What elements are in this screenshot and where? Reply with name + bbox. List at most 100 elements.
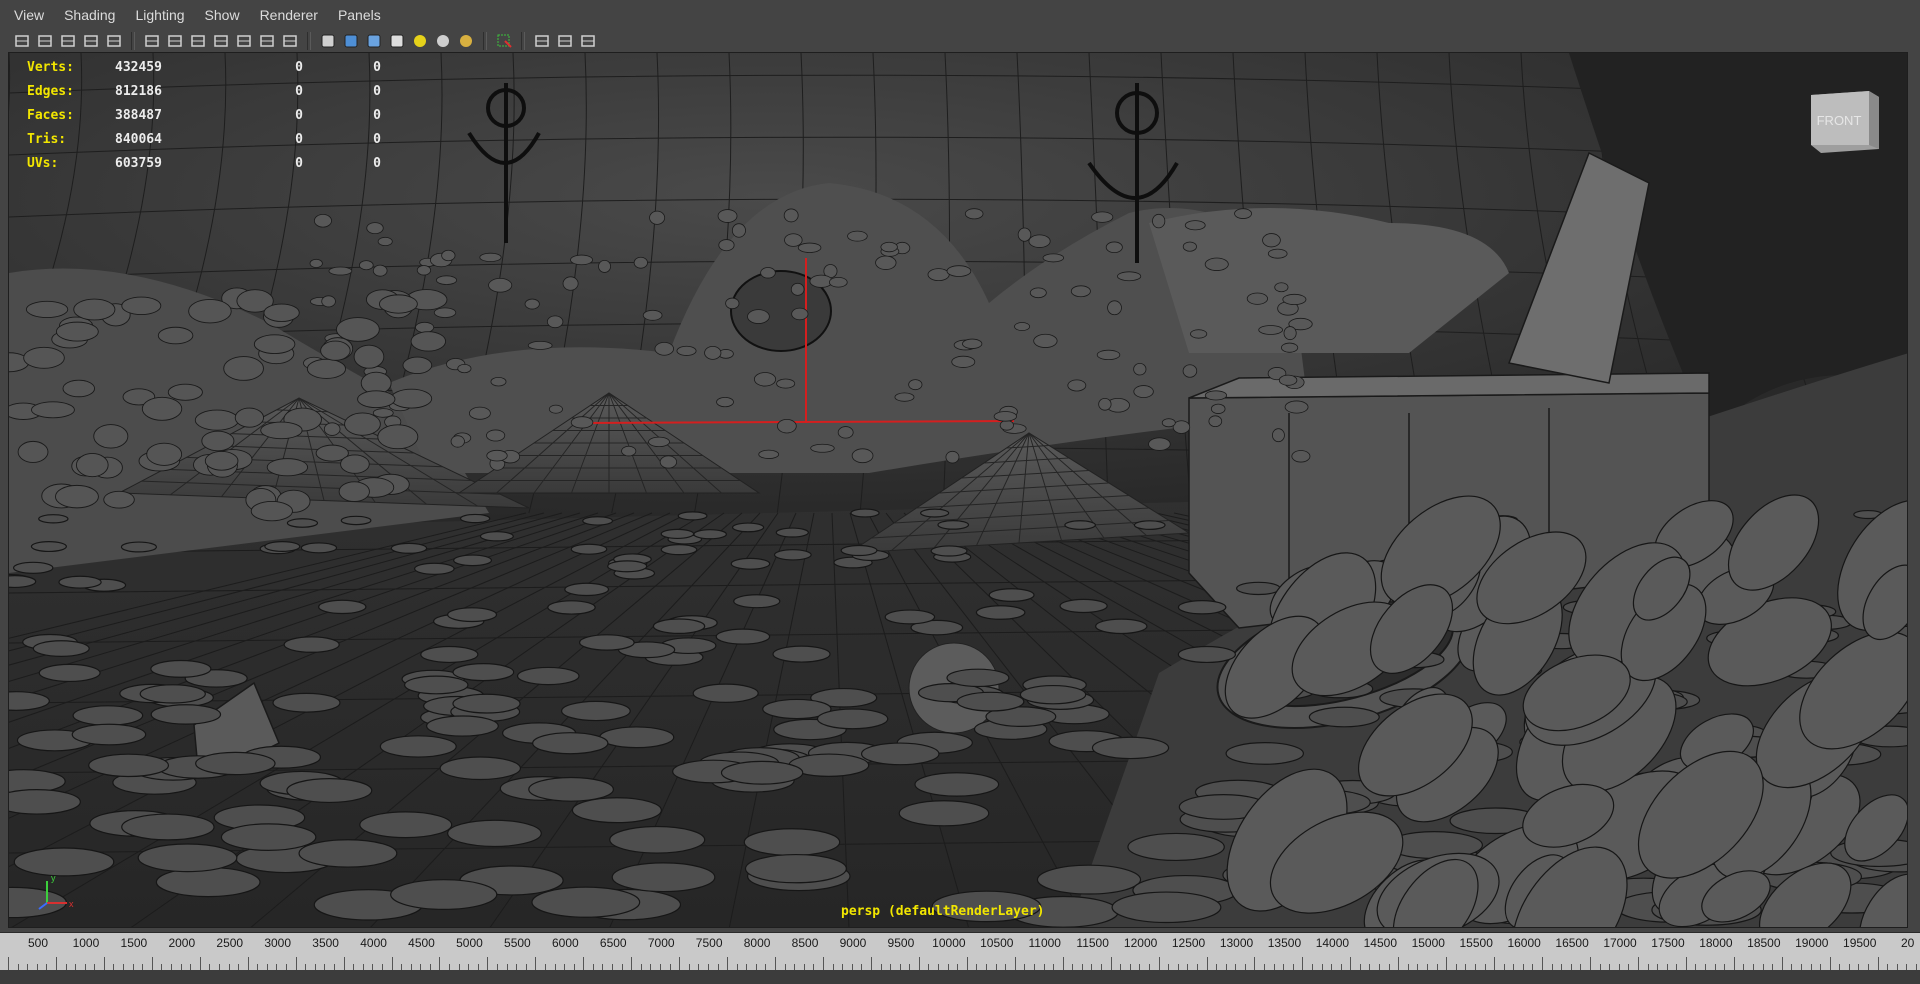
hud-label: Edges: bbox=[27, 83, 74, 99]
hud-label: UVs: bbox=[27, 155, 59, 171]
hud-selected-count: 0 bbox=[295, 59, 303, 75]
coin bbox=[649, 210, 666, 225]
timeline-tick bbox=[1302, 957, 1304, 971]
ambient-occlusion-icon[interactable] bbox=[456, 31, 476, 51]
timeline-tick bbox=[918, 957, 920, 971]
coin bbox=[479, 252, 502, 262]
coin bbox=[71, 723, 147, 746]
coin bbox=[791, 307, 809, 321]
coin bbox=[359, 260, 374, 271]
time-slider[interactable]: 500 1000 1500 2000 2500 3000 3500 4000 4500 5000 5… bbox=[0, 932, 1920, 971]
two-d-pan-zoom-icon[interactable] bbox=[104, 31, 124, 51]
timeline-label: 9500 bbox=[887, 936, 915, 950]
timeline-tick bbox=[966, 957, 968, 971]
isolate-select-icon[interactable] bbox=[532, 31, 552, 51]
timeline-label: 11500 bbox=[1076, 936, 1109, 950]
coin bbox=[264, 541, 301, 552]
coin bbox=[328, 266, 353, 276]
select-camera-icon[interactable] bbox=[494, 31, 514, 51]
menu-show[interactable]: Show bbox=[195, 7, 250, 23]
use-all-lights-icon[interactable] bbox=[410, 31, 430, 51]
timeline-label: 14500 bbox=[1363, 936, 1397, 950]
coin bbox=[1274, 282, 1289, 293]
coin bbox=[195, 751, 276, 776]
menu-renderer[interactable]: Renderer bbox=[250, 7, 328, 23]
coin bbox=[1182, 364, 1198, 378]
coin bbox=[731, 522, 765, 533]
field-chart-icon[interactable] bbox=[234, 31, 254, 51]
coin bbox=[570, 254, 594, 266]
camera-attributes-icon[interactable] bbox=[35, 31, 55, 51]
grid-icon[interactable] bbox=[142, 31, 162, 51]
coin bbox=[546, 315, 564, 329]
xray-icon[interactable] bbox=[555, 31, 575, 51]
coin bbox=[447, 607, 498, 623]
menu-lighting[interactable]: Lighting bbox=[125, 7, 194, 23]
timeline-tick bbox=[1829, 957, 1831, 971]
safe-action-icon[interactable] bbox=[257, 31, 277, 51]
coin bbox=[660, 544, 698, 556]
coin bbox=[790, 282, 805, 296]
viewport-menu-bar: View Shading Lighting Show Renderer Panels bbox=[0, 0, 1920, 31]
coin bbox=[716, 396, 734, 408]
timeline-tick bbox=[535, 957, 537, 971]
timeline-tick bbox=[1350, 957, 1352, 971]
coin bbox=[62, 379, 96, 398]
coin bbox=[340, 515, 372, 526]
view-cube[interactable]: FRONT bbox=[1805, 87, 1885, 155]
timeline-label: 19500 bbox=[1843, 936, 1877, 950]
coin bbox=[146, 442, 183, 466]
film-gate-icon[interactable] bbox=[165, 31, 185, 51]
coin bbox=[570, 416, 594, 429]
coin bbox=[167, 383, 203, 401]
coin bbox=[1236, 581, 1281, 596]
wireframe-icon[interactable] bbox=[318, 31, 338, 51]
bookmark-icon[interactable] bbox=[58, 31, 78, 51]
camera-select-icon[interactable] bbox=[12, 31, 32, 51]
wireframe-on-shaded-icon[interactable] bbox=[364, 31, 384, 51]
coin bbox=[659, 455, 678, 469]
coin bbox=[201, 430, 235, 452]
timeline-label: 1500 bbox=[120, 936, 148, 950]
image-plane-icon[interactable] bbox=[81, 31, 101, 51]
hud-value: 432459 bbox=[115, 59, 162, 75]
coin bbox=[410, 331, 447, 352]
coin bbox=[880, 241, 898, 253]
smooth-shade-icon[interactable] bbox=[341, 31, 361, 51]
timeline-tick bbox=[391, 957, 393, 971]
toolbar-separator bbox=[521, 32, 525, 50]
toolbar-separator bbox=[307, 32, 311, 50]
coin bbox=[479, 531, 514, 542]
coin bbox=[441, 249, 456, 262]
safe-title-icon[interactable] bbox=[280, 31, 300, 51]
menu-panels[interactable]: Panels bbox=[328, 7, 391, 23]
coin bbox=[150, 704, 222, 725]
coin bbox=[1210, 403, 1226, 414]
coin bbox=[1019, 684, 1087, 705]
coin bbox=[32, 640, 90, 657]
coin bbox=[416, 265, 432, 276]
coin bbox=[1283, 326, 1297, 341]
timeline-label: 6000 bbox=[551, 936, 579, 950]
coin bbox=[607, 560, 648, 573]
timeline-label: 500 bbox=[27, 936, 49, 950]
coin bbox=[837, 426, 854, 439]
coin bbox=[17, 440, 49, 463]
xray-joints-icon[interactable] bbox=[578, 31, 598, 51]
coin bbox=[1267, 248, 1288, 259]
gate-mask-icon[interactable] bbox=[211, 31, 231, 51]
coin bbox=[223, 356, 264, 381]
coin bbox=[1064, 520, 1097, 530]
perspective-viewport[interactable]: Verts: 432459 0 0 Edges: 812186 0 0 Faces: 388487… bbox=[8, 52, 1908, 928]
coin bbox=[884, 609, 936, 625]
resolution-gate-icon[interactable] bbox=[188, 31, 208, 51]
shadows-icon[interactable] bbox=[433, 31, 453, 51]
coin bbox=[720, 760, 804, 785]
coin bbox=[204, 451, 239, 471]
menu-view[interactable]: View bbox=[0, 7, 54, 23]
menu-shading[interactable]: Shading bbox=[54, 7, 125, 23]
textured-icon[interactable] bbox=[387, 31, 407, 51]
coin bbox=[797, 242, 822, 253]
coin bbox=[390, 542, 428, 554]
coin bbox=[1070, 285, 1091, 298]
